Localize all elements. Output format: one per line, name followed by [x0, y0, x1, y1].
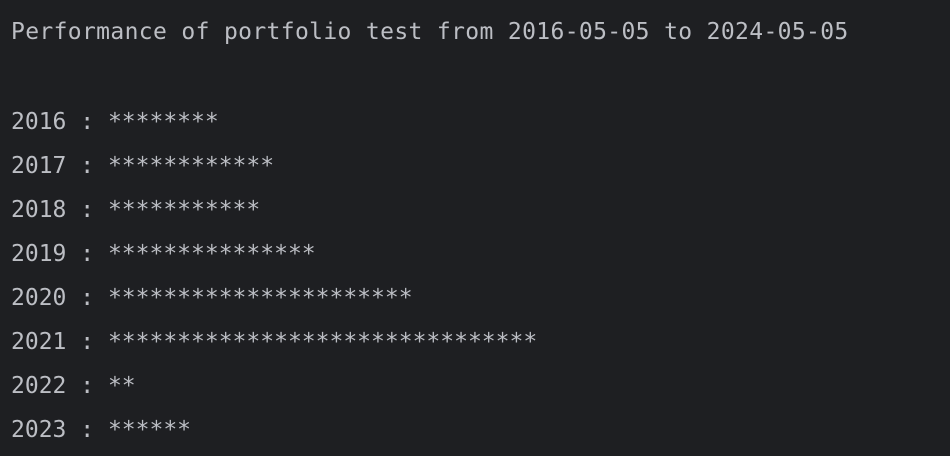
year-label: 2020 [11, 285, 67, 311]
year-label: 2022 [11, 373, 67, 399]
year-row: 2022 : ** [11, 364, 950, 408]
year-label: 2019 [11, 241, 67, 267]
separator: : [66, 373, 108, 399]
year-row: 2021 : ******************************* [11, 320, 950, 364]
star-bar: ******** [107, 109, 219, 135]
separator: : [66, 417, 108, 443]
year-label: 2021 [11, 329, 67, 355]
performance-title: Performance of portfolio test from 2016-… [11, 19, 849, 45]
year-row: 2020 : ********************** [11, 276, 950, 320]
year-label: 2023 [11, 417, 67, 443]
star-bar: *********** [107, 197, 261, 223]
year-label: 2017 [11, 153, 67, 179]
year-label: 2016 [11, 109, 67, 135]
year-row: 2018 : *********** [11, 188, 950, 232]
star-bar: ********************** [107, 285, 413, 311]
star-bar: ****** [107, 417, 192, 443]
console-output: Performance of portfolio test from 2016-… [0, 0, 950, 456]
separator: : [66, 109, 108, 135]
separator: : [66, 285, 108, 311]
star-bar: *************** [107, 241, 316, 267]
year-row: 2023 : ****** [11, 408, 950, 452]
year-row: 2019 : *************** [11, 232, 950, 276]
year-row: 2017 : ************ [11, 144, 950, 188]
star-bar: ******************************* [107, 329, 538, 355]
year-label: 2018 [11, 197, 67, 223]
separator: : [66, 329, 108, 355]
star-bar: ************ [107, 153, 275, 179]
separator: : [66, 153, 108, 179]
separator: : [66, 241, 108, 267]
separator: : [66, 197, 108, 223]
star-bar: ** [107, 373, 136, 399]
year-row: 2016 : ******** [11, 100, 950, 144]
